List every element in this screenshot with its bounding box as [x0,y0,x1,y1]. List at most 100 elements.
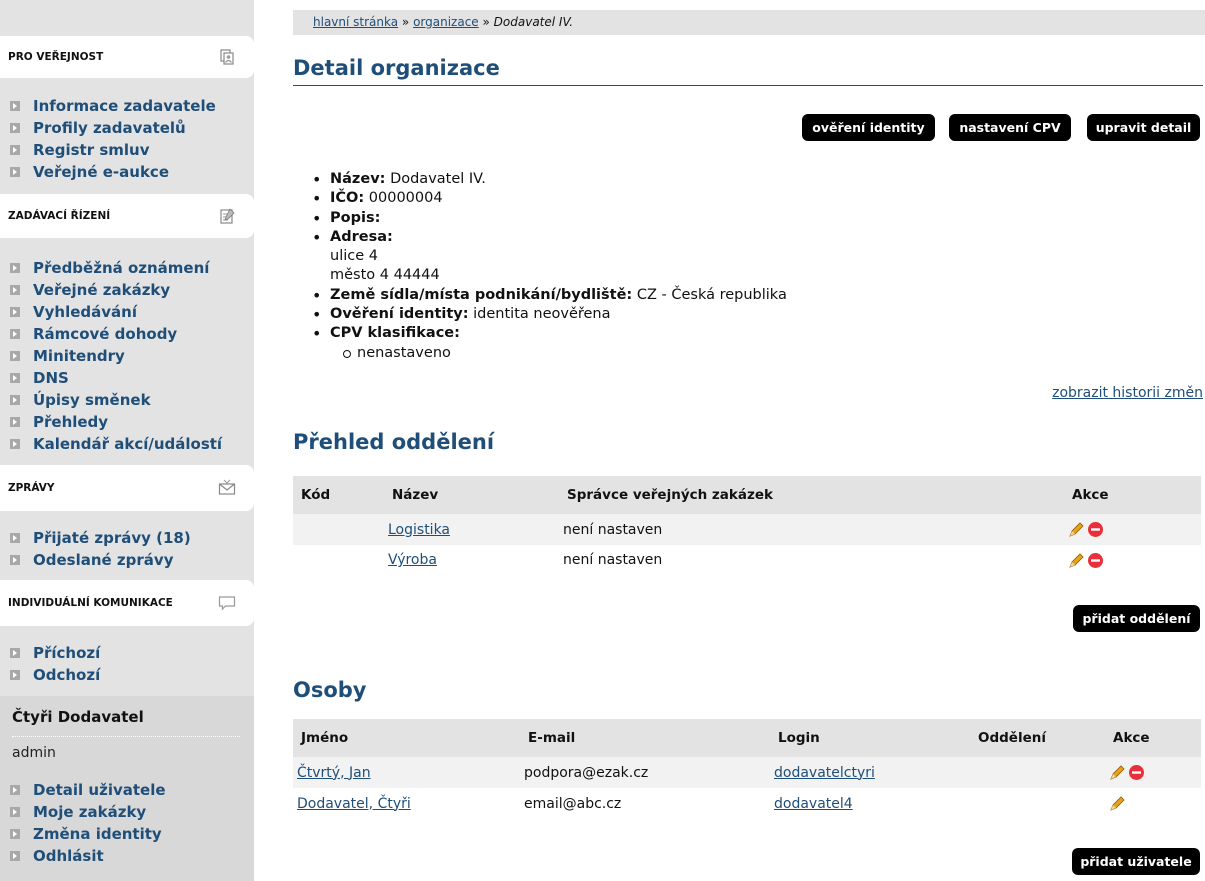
sidebar-list-user: Detail uživatele Moje zakázky Změna iden… [10,779,166,867]
field-value: identita neověřena [473,306,611,323]
pencil-icon[interactable] [1109,795,1126,812]
delete-icon[interactable] [1087,521,1104,538]
person-link[interactable]: Čtvrtý, Jan [297,765,371,781]
section-title: INDIVIDUÁLNÍ KOMUNIKACE [8,597,173,609]
cell-code [293,545,384,575]
breadcrumb-current: Dodavatel IV. [493,15,574,29]
sidebar-link[interactable]: Přijaté zprávy (18) [33,529,191,547]
section-title: ZADÁVACÍ ŘÍZENÍ [8,210,111,222]
login-link[interactable]: dodavatelctyri [774,765,875,781]
address-line: ulice 4 [330,248,378,265]
detail-cpv: CPV klasifikace: nenastaveno [310,324,787,363]
sidebar-item[interactable]: Odhlásit [10,845,166,867]
sidebar-link[interactable]: Rámcové dohody [33,325,177,343]
persons-table: Jméno E-mail Login Oddělení Akce Čtvrtý,… [293,719,1201,819]
sidebar-item[interactable]: Informace zadavatele [10,95,216,117]
cell-email: email@abc.cz [524,795,622,812]
delete-icon[interactable] [1128,764,1145,781]
arrow-bullet-icon [10,263,20,273]
sidebar-item[interactable]: Příchozí [10,642,100,664]
divider [12,736,240,737]
add-user-button[interactable]: přidat uživatele [1072,848,1200,875]
sidebar-link[interactable]: Detail uživatele [33,781,166,799]
department-link[interactable]: Výroba [388,552,437,568]
cpv-settings-button[interactable]: nastavení CPV [949,114,1071,141]
field-label: Adresa: [330,228,393,245]
arrow-bullet-icon [10,670,20,680]
person-link[interactable]: Dodavatel, Čtyři [297,796,411,812]
sidebar-link[interactable]: Odchozí [33,666,100,684]
sidebar-link[interactable]: Kalendář akcí/událostí [33,435,222,453]
pencil-icon[interactable] [1068,521,1085,538]
sidebar-link[interactable]: Moje zakázky [33,803,146,821]
sidebar-link[interactable]: Veřejné e-aukce [33,163,169,181]
sidebar-link[interactable]: Minitendry [33,347,125,365]
sidebar-item[interactable]: Odeslané zprávy [10,549,191,571]
cell-department [970,788,1105,819]
sidebar-item[interactable]: Odchozí [10,664,100,686]
arrow-bullet-icon [10,533,20,543]
arrow-bullet-icon [10,555,20,565]
sidebar-item[interactable]: Registr smluv [10,139,216,161]
sidebar-link[interactable]: Registr smluv [33,141,149,159]
pencil-icon[interactable] [1068,552,1085,569]
sidebar-item[interactable]: Vyhledávání [10,301,222,323]
sidebar-link[interactable]: Vyhledávání [33,303,137,321]
login-link[interactable]: dodavatel4 [774,796,853,812]
sidebar-item[interactable]: Přijaté zprávy (18) [10,527,191,549]
arrow-bullet-icon [10,648,20,658]
detail-country: Země sídla/místa podnikání/bydliště: CZ … [310,286,787,306]
pencil-icon[interactable] [1109,764,1126,781]
delete-icon[interactable] [1087,552,1104,569]
organization-details: Název: Dodavatel IV. IČO: 00000004 Popis… [310,170,787,363]
sidebar-link[interactable]: DNS [33,369,69,387]
sidebar-item[interactable]: DNS [10,367,222,389]
sidebar-item[interactable]: Kalendář akcí/událostí [10,433,222,455]
field-label: CPV klasifikace: [330,325,460,342]
verify-identity-button[interactable]: ověření identity [802,114,935,141]
sidebar-item[interactable]: Minitendry [10,345,222,367]
row-actions [1109,764,1201,781]
sidebar-link[interactable]: Profily zadavatelů [33,119,186,137]
section-header-communication: INDIVIDUÁLNÍ KOMUNIKACE [0,580,254,626]
section-header-public: PRO VEŘEJNOST [0,36,254,78]
sidebar-item[interactable]: Úpisy směnek [10,389,222,411]
add-department-button[interactable]: přidat oddělení [1073,605,1200,632]
sidebar-link[interactable]: Odeslané zprávy [33,551,173,569]
cell-email: podpora@ezak.cz [520,757,770,788]
field-value: Dodavatel IV. [390,171,486,187]
breadcrumb-home-link[interactable]: hlavní stránka [313,15,398,29]
sidebar-link[interactable]: Přehledy [33,413,108,431]
sidebar-link[interactable]: Úpisy směnek [33,391,151,409]
sidebar-item[interactable]: Profily zadavatelů [10,117,216,139]
field-label: Název: [330,171,386,187]
sidebar-link[interactable]: Změna identity [33,825,162,843]
departments-table: Kód Název Správce veřejných zakázek Akce… [293,476,1201,575]
department-link[interactable]: Logistika [388,522,450,538]
sidebar-item[interactable]: Detail uživatele [10,779,166,801]
sidebar-item[interactable]: Veřejné zakázky [10,279,222,301]
envelope-icon [218,479,236,495]
sidebar-link[interactable]: Příchozí [33,644,100,662]
sidebar-item[interactable]: Přehledy [10,411,222,433]
arrow-bullet-icon [10,145,20,155]
sidebar-item[interactable]: Změna identity [10,823,166,845]
breadcrumb-org-link[interactable]: organizace [413,15,479,29]
arrow-bullet-icon [10,395,20,405]
sidebar-link[interactable]: Veřejné zakázky [33,281,170,299]
edit-detail-button[interactable]: upravit detail [1087,114,1200,141]
sidebar-link[interactable]: Odhlásit [33,847,104,865]
sidebar-link[interactable]: Informace zadavatele [33,97,216,115]
sidebar-item[interactable]: Moje zakázky [10,801,166,823]
breadcrumb-separator: » [478,15,494,29]
sidebar-item[interactable]: Rámcové dohody [10,323,222,345]
row-actions [1068,521,1201,538]
history-link[interactable]: zobrazit historii změn [1052,385,1203,401]
column-header: Správce veřejných zakázek [559,476,1064,514]
column-header: Název [384,476,559,514]
sidebar-item[interactable]: Veřejné e-aukce [10,161,216,183]
sidebar-item[interactable]: Předběžná oznámení [10,257,222,279]
sidebar-link[interactable]: Předběžná oznámení [33,259,209,277]
arrow-bullet-icon [10,101,20,111]
user-role: admin [12,745,56,761]
